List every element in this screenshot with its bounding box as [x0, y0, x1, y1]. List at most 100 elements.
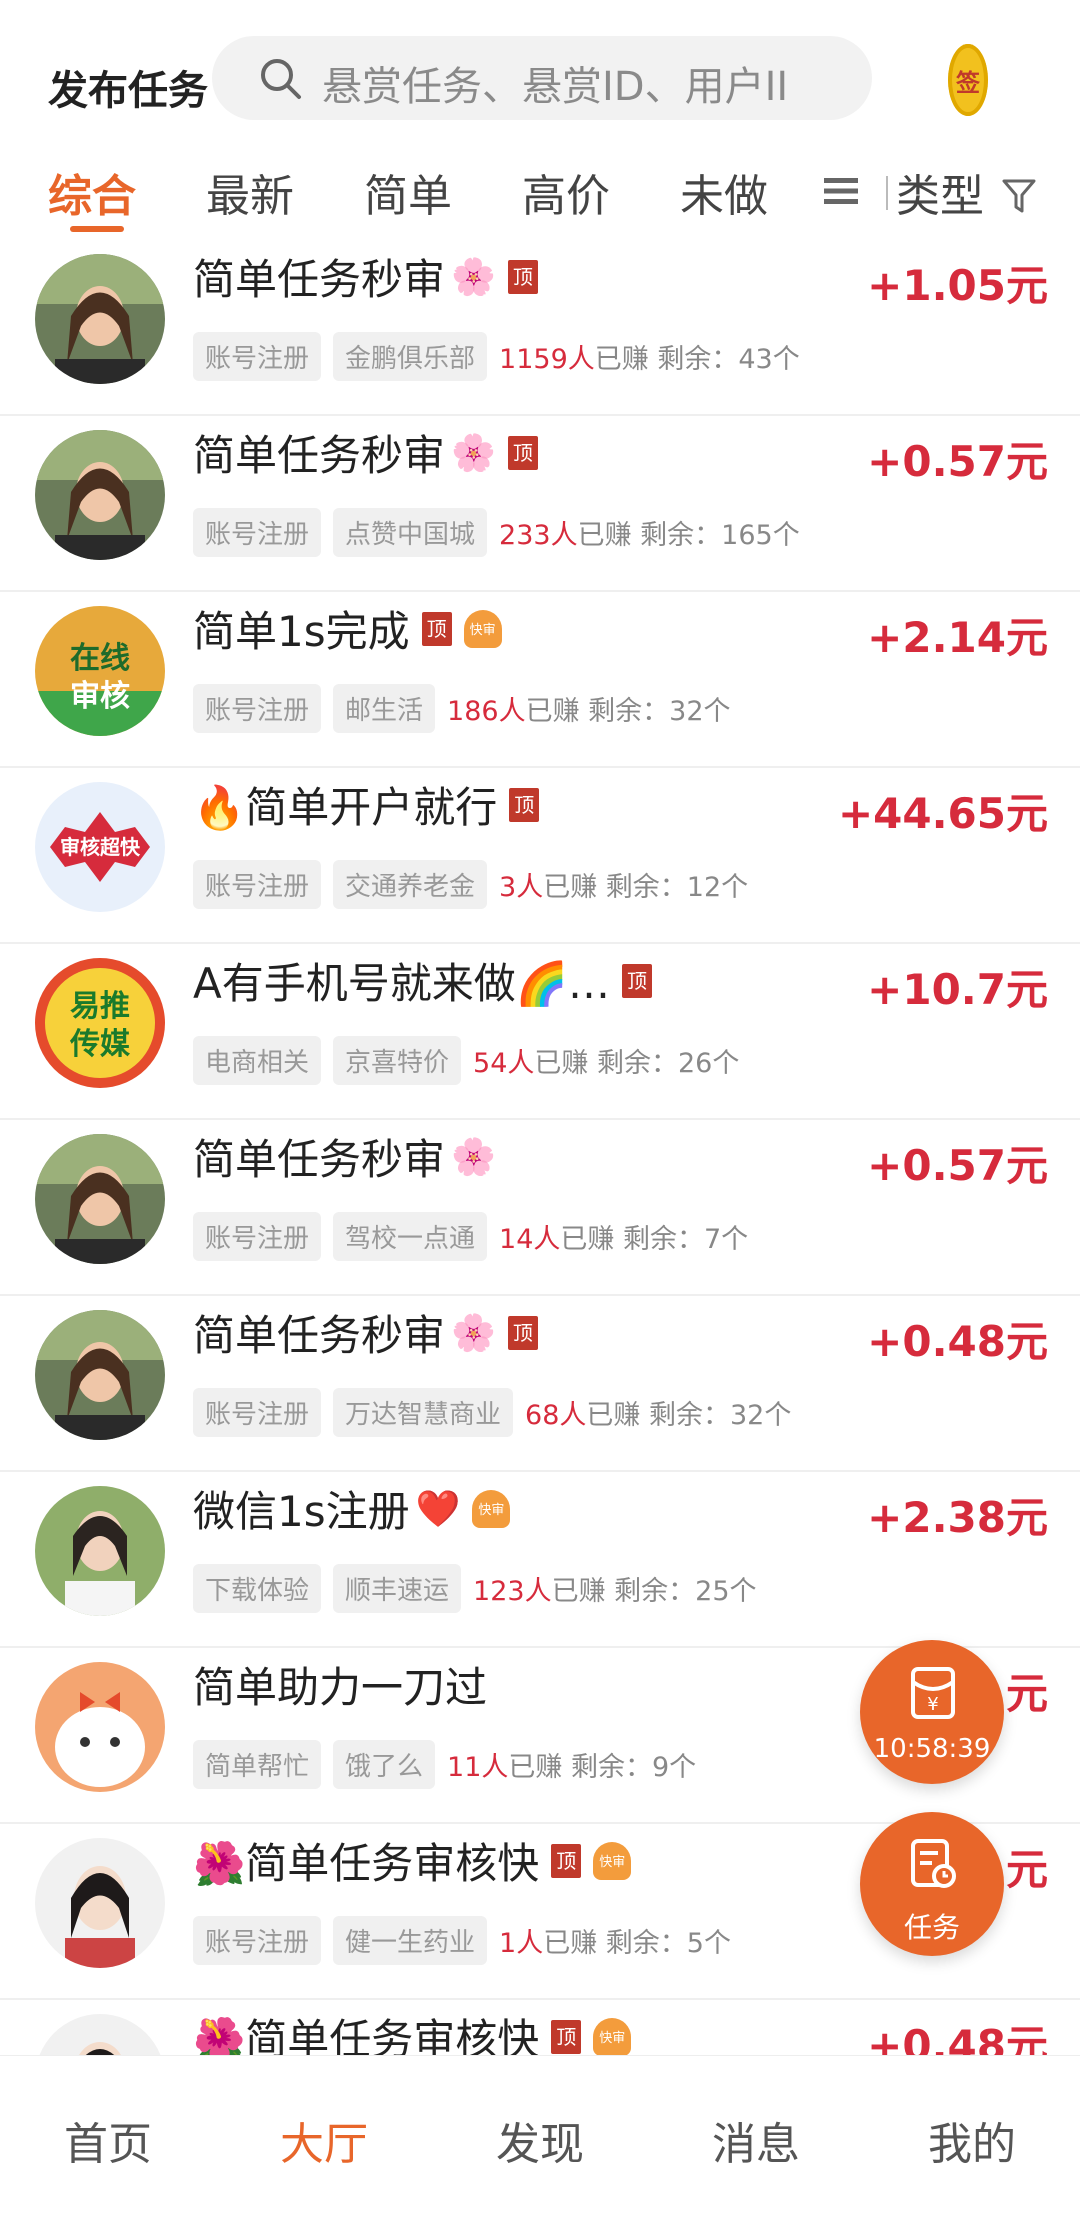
task-meta: 简单帮忙 饿了么 11人已赚 剩余：9个 [193, 1740, 696, 1789]
task-meta: 账号注册 驾校一点通 14人已赚 剩余：7个 [193, 1212, 748, 1261]
tab-high-price[interactable]: 高价 [522, 160, 610, 224]
timer-label: 10:58:39 [873, 1734, 991, 1764]
svg-text:传媒: 传媒 [69, 1027, 131, 1062]
tab-comprehensive[interactable]: 综合 [48, 160, 136, 224]
task-tag: 顺丰速运 [333, 1564, 462, 1613]
fast-review-badge-icon: 快审 [472, 1489, 511, 1528]
earned-count: 54人 [473, 1048, 535, 1079]
task-tag: 账号注册 [193, 1212, 322, 1261]
svg-text:审核超快: 审核超快 [60, 835, 141, 859]
task-title-text: 简单任务秒审 [193, 1311, 446, 1360]
earned-count: 1159人 [499, 344, 595, 375]
task-tag: 京喜特价 [333, 1036, 462, 1085]
task-title-text: 🌺简单任务审核快 [193, 1839, 540, 1888]
task-row[interactable]: 易推 传媒 A有手机号就来做🌈… 顶 +10.7元 电商相关 京喜特价 54人已赚 剩余：26… [0, 944, 1080, 1120]
active-tab-underline [70, 226, 124, 232]
task-price: +2.14元 [867, 613, 1048, 662]
task-title-text: 🌺简单任务审核快 [193, 2015, 540, 2055]
task-price: +0.48元 [867, 2021, 1048, 2055]
fast-review-badge-icon: 快审 [593, 2017, 632, 2055]
earned-count: 68人 [525, 1400, 587, 1431]
task-row[interactable]: 在线 审核 简单1s完成顶快审 +2.14元 账号注册 邮生活 186人已赚 剩余：32个 [0, 592, 1080, 768]
top-header: 发布任务 悬赏任务、悬赏ID、用户II 签 [0, 0, 1080, 150]
task-fab-label: 任务 [903, 1911, 960, 1944]
tab-latest[interactable]: 最新 [206, 160, 294, 224]
task-row[interactable]: 简单任务秒审 🌸 顶 +0.57元 账号注册 点赞中国城 233人已赚 剩余：165个 [0, 416, 1080, 592]
task-row[interactable]: 简单任务秒审 🌸 +0.57元 账号注册 驾校一点通 14人已赚 剩余：7个 [0, 1120, 1080, 1296]
task-row[interactable]: 🌺简单任务审核快顶快审+0.48元账号注册健一生药业 [0, 2000, 1080, 2055]
task-tag: 电商相关 [193, 1036, 322, 1085]
task-title-text: 简单任务秒审 [193, 255, 446, 304]
fast-review-badge-icon: 快审 [463, 609, 502, 648]
task-title-text: A有手机号就来做🌈… [193, 959, 611, 1008]
svg-text:审核: 审核 [70, 679, 130, 714]
earned-count: 11人 [447, 1752, 509, 1783]
earned-count: 3人 [499, 872, 544, 903]
task-stats: 1159人已赚 剩余：43个 [499, 337, 800, 376]
earned-count: 123人 [473, 1576, 552, 1607]
svg-text:在线: 在线 [70, 641, 130, 676]
task-tag: 金鹏俱乐部 [333, 332, 488, 381]
task-row[interactable]: 微信1s注册 ❤️ 快审 +2.38元 下载体验 顺丰速运 123人已赚 剩余：25个 [0, 1472, 1080, 1648]
search-input[interactable]: 悬赏任务、悬赏ID、用户II [212, 36, 872, 120]
task-stats: 11人已赚 剩余：9个 [447, 1745, 696, 1784]
task-stats: 14人已赚 剩余：7个 [499, 1217, 748, 1256]
task-title-text: 简单助力一刀过 [193, 1663, 488, 1712]
fast-review-badge-icon: 快审 [593, 1841, 632, 1880]
type-filter-label[interactable]: 类型 [896, 160, 984, 224]
task-stats: 186人已赚 剩余：32个 [447, 689, 731, 728]
task-row[interactable]: 简单任务秒审 🌸 顶 +1.05元 账号注册 金鹏俱乐部 1159人已赚 剩余：43个 [0, 240, 1080, 416]
red-packet-timer-button[interactable]: ¥ 10:58:39 [860, 1640, 1004, 1784]
task-price: +44.65元 [837, 789, 1048, 838]
publish-task-link[interactable]: 发布任务 [48, 58, 208, 116]
task-tag: 账号注册 [193, 332, 322, 381]
tab-not-done[interactable]: 未做 [680, 160, 768, 224]
task-tag: 账号注册 [193, 1916, 322, 1965]
nav-messages[interactable]: 消息 [676, 2108, 836, 2172]
sign-in-coin-icon[interactable]: 签 [948, 44, 988, 116]
task-fab-button[interactable]: 任务 [860, 1812, 1004, 1956]
earned-suffix: 已赚 剩余：25个 [551, 1576, 757, 1607]
task-stats: 54人已赚 剩余：26个 [473, 1041, 739, 1080]
task-title: 简单任务秒审 🌸 顶 [193, 422, 538, 483]
task-price: +2.38元 [867, 1493, 1048, 1542]
task-stats: 1人已赚 剩余：5个 [499, 1921, 731, 1960]
task-tag: 万达智慧商业 [333, 1388, 514, 1437]
task-price: 元 [1005, 1669, 1048, 1718]
nav-hall[interactable]: 大厅 [244, 2108, 404, 2172]
task-title: 简单1s完成顶快审 [193, 598, 502, 659]
task-meta: 下载体验 顺丰速运 123人已赚 剩余：25个 [193, 1564, 757, 1613]
task-title: 简单助力一刀过 [193, 1654, 487, 1715]
task-meta: 账号注册 金鹏俱乐部 1159人已赚 剩余：43个 [193, 332, 800, 381]
tab-simple[interactable]: 简单 [364, 160, 452, 224]
menu-icon[interactable] [824, 176, 858, 206]
avatar: 审核超快 [35, 782, 165, 912]
task-title: A有手机号就来做🌈… 顶 [193, 950, 653, 1011]
task-row[interactable]: 简单任务秒审 🌸 顶 +0.48元 账号注册 万达智慧商业 68人已赚 剩余：32个 [0, 1296, 1080, 1472]
task-clock-icon [911, 1839, 956, 1888]
task-price: 元 [1005, 1845, 1048, 1894]
top-badge-icon: 顶 [622, 963, 653, 998]
avatar [35, 1486, 165, 1616]
avatar [35, 254, 165, 384]
nav-discover[interactable]: 发现 [460, 2108, 620, 2172]
earned-suffix: 已赚 剩余：9个 [508, 1752, 697, 1783]
avatar [35, 430, 165, 560]
top-badge-icon: 顶 [507, 435, 538, 470]
task-meta: 电商相关 京喜特价 54人已赚 剩余：26个 [193, 1036, 739, 1085]
task-price: +0.48元 [867, 1317, 1048, 1366]
earned-suffix: 已赚 剩余：32个 [525, 696, 731, 727]
avatar [35, 2014, 165, 2055]
task-stats: 233人已赚 剩余：165个 [499, 513, 800, 552]
earned-count: 14人 [499, 1224, 561, 1255]
task-stats: 123人已赚 剩余：25个 [473, 1569, 757, 1608]
nav-mine[interactable]: 我的 [892, 2108, 1052, 2172]
search-icon [261, 59, 301, 99]
top-badge-icon: 顶 [551, 2019, 582, 2054]
task-tag: 点赞中国城 [333, 508, 488, 557]
filter-icon[interactable] [1002, 178, 1036, 214]
task-price: +0.57元 [867, 1141, 1048, 1190]
nav-home[interactable]: 首页 [28, 2108, 188, 2172]
emoji-icon: 🌸 [451, 1312, 496, 1354]
task-row[interactable]: 审核超快 🔥简单开户就行顶 +44.65元 账号注册 交通养老金 3人已赚 剩余：12个 [0, 768, 1080, 944]
